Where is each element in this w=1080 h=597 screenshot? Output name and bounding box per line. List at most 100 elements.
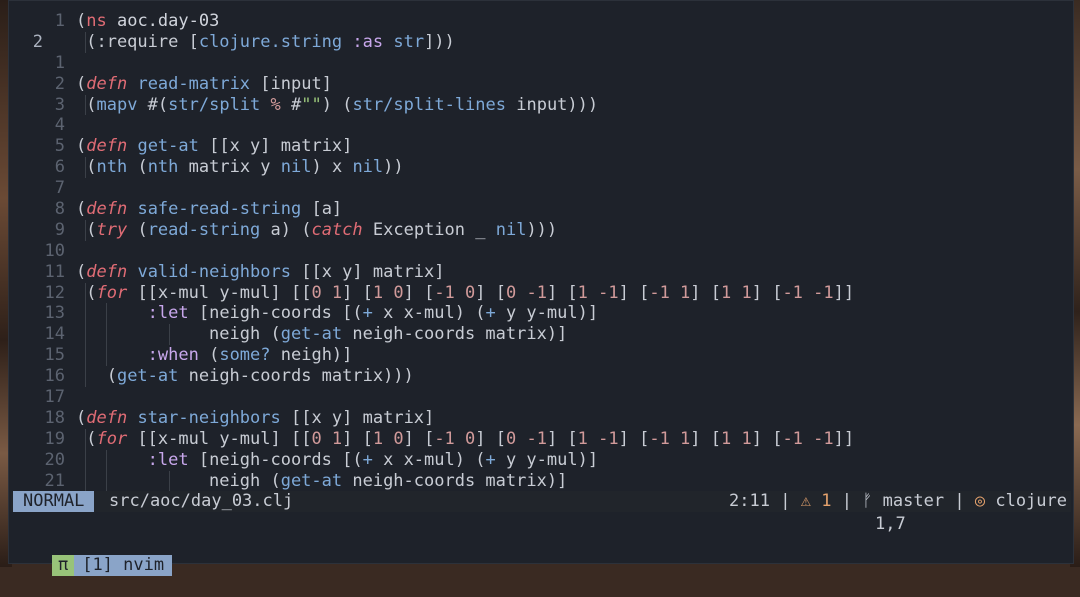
code-text: (try (read-string a) (catch Exception _ … xyxy=(76,220,557,241)
code-token: aoc.day-03 xyxy=(106,11,220,31)
code-token: 1 1 xyxy=(721,282,752,303)
code-token: ( xyxy=(76,282,97,303)
code-token: ]] xyxy=(833,428,855,449)
code-token: for xyxy=(96,282,128,303)
code-text: (for [[x-mul y-mul] [[0 1] [1 0] [-1 0] … xyxy=(76,429,854,450)
code-token: str/split xyxy=(168,94,261,115)
code-token: safe-read-string xyxy=(137,199,302,220)
code-token: ] [ xyxy=(342,428,373,449)
code-token: neigh ( xyxy=(76,324,281,345)
code-token: 1 0 xyxy=(372,282,404,303)
code-line[interactable]: 17 xyxy=(9,387,1073,408)
code-text: (defn valid-neighbors [[x y] matrix] xyxy=(76,262,445,283)
code-token: ] [ xyxy=(403,428,435,449)
code-token: ] [ xyxy=(690,282,721,303)
code-token: 0 1 xyxy=(311,428,343,449)
code-token: ( xyxy=(76,219,97,240)
code-token: ])) xyxy=(424,31,455,52)
code-text: (for [[x-mul y-mul] [[0 1] [1 0] [-1 0] … xyxy=(76,283,854,304)
code-line[interactable]: 10 xyxy=(9,241,1073,262)
code-line[interactable]: 7 xyxy=(9,178,1073,199)
code-line[interactable]: 19 (for [[x-mul y-mul] [[0 1] [1 0] [-1 … xyxy=(9,428,1073,450)
code-token: [[x-mul y-mul] [[ xyxy=(127,428,312,449)
code-token: defn xyxy=(86,136,128,157)
code-token: -1 0 xyxy=(434,428,476,449)
code-token: [[x y] matrix] xyxy=(280,407,435,428)
code-token: ]] xyxy=(833,282,855,303)
code-buffer[interactable]: 1 (ns aoc.day-03 2 (:require [clojure.stri… xyxy=(9,11,1073,492)
code-line[interactable]: 2 (defn read-matrix [input] xyxy=(9,74,1073,95)
code-line[interactable]: 20 :let [neigh-coords [(+ x x-mul) (+ y … xyxy=(9,449,1073,471)
code-line[interactable]: 6 (nth (nth matrix y nil) x nil)) xyxy=(9,157,1073,179)
code-line[interactable]: 15 :when (some? neigh)] xyxy=(9,345,1073,367)
command-line-ruler: 1,7 xyxy=(875,514,906,534)
code-line[interactable]: 21 neigh (get-at neigh-coords matrix)] xyxy=(9,470,1073,492)
code-token: read-string xyxy=(147,219,261,240)
code-line[interactable]: 8 (defn safe-read-string [a] xyxy=(9,199,1073,220)
code-line[interactable]: 12 (for [[x-mul y-mul] [[0 1] [1 0] [-1 … xyxy=(9,282,1073,304)
code-line[interactable]: 5 (defn get-at [[x y] matrix] xyxy=(9,136,1073,157)
terminal-window[interactable]: 1 (ns aoc.day-03 2 (:require [clojure.stri… xyxy=(8,0,1074,576)
warning-icon: ⚠ xyxy=(800,491,811,511)
code-line[interactable]: 2 (:require [clojure.string :as str])) xyxy=(9,31,1073,53)
code-line[interactable]: 18 (defn star-neighbors [[x y] matrix] xyxy=(9,408,1073,429)
code-token: :when xyxy=(147,345,199,366)
code-line[interactable]: 14 neigh (get-at neigh-coords matrix)] xyxy=(9,324,1073,346)
code-token: defn xyxy=(86,199,128,220)
line-number: 8 xyxy=(54,199,65,220)
line-number: 13 xyxy=(44,303,65,324)
filetype: clojure xyxy=(995,491,1067,511)
code-line[interactable]: 11 (defn valid-neighbors [[x y] matrix] xyxy=(9,262,1073,283)
file-path: src/aoc/day_03.clj xyxy=(109,491,294,511)
code-token: get-at xyxy=(280,324,343,345)
code-token: 1 0 xyxy=(372,428,404,449)
code-token: ] [ xyxy=(546,282,578,303)
code-text: :let [neigh-coords [(+ x x-mul) (+ y y-m… xyxy=(76,303,598,324)
code-token: + xyxy=(485,449,496,470)
code-token: ] [ xyxy=(403,282,435,303)
code-text: (nth (nth matrix y nil) x nil)) xyxy=(76,157,403,178)
code-token: neigh-coords matrix))) xyxy=(178,366,414,387)
code-line[interactable]: 16 (get-at neigh-coords matrix))) xyxy=(9,366,1073,388)
code-token: ] [ xyxy=(546,428,578,449)
code-line[interactable]: 13 :let [neigh-coords [(+ x x-mul) (+ y … xyxy=(9,303,1073,325)
line-number: 2 xyxy=(54,73,65,94)
line-number: 10 xyxy=(44,240,65,261)
code-token: ] [ xyxy=(475,428,506,449)
code-token: some? xyxy=(219,345,271,366)
line-number: 15 xyxy=(44,345,65,366)
code-token: get-at xyxy=(116,366,179,387)
code-token: str/split-lines xyxy=(352,94,506,115)
code-token: -1 0 xyxy=(434,282,476,303)
tmux-window-tab[interactable]: [1] nvim xyxy=(74,555,173,576)
code-text: (:require [clojure.string :as str])) xyxy=(76,32,455,53)
line-number: 4 xyxy=(54,115,65,136)
code-token: -1 -1 xyxy=(782,282,834,303)
code-token: ( xyxy=(76,73,87,94)
code-token: defn xyxy=(86,261,128,282)
code-token: (:require [ xyxy=(76,31,199,52)
code-token: neigh-coords matrix)] xyxy=(342,470,568,491)
code-token: ( xyxy=(76,11,87,31)
code-token: catch xyxy=(311,219,363,240)
code-line[interactable]: 1 xyxy=(9,53,1073,74)
code-token: % xyxy=(270,94,281,115)
code-token: nil xyxy=(280,157,312,178)
code-token: input))) xyxy=(506,94,599,115)
separator: | xyxy=(954,491,965,511)
code-line[interactable]: 9 (try (read-string a) (catch Exception … xyxy=(9,219,1073,241)
code-line[interactable]: 3 (mapv #(str/split % #"") (str/split-li… xyxy=(9,94,1073,116)
code-token: 0 -1 xyxy=(505,282,547,303)
code-line[interactable]: 4 xyxy=(9,115,1073,136)
code-token: ] [ xyxy=(751,282,783,303)
warning-count: 1 xyxy=(821,491,832,511)
code-token: ] [ xyxy=(690,428,721,449)
code-token: [neigh-coords [( xyxy=(188,303,363,324)
code-line[interactable]: 1 (ns aoc.day-03 xyxy=(9,11,1073,32)
code-token: + xyxy=(362,449,373,470)
